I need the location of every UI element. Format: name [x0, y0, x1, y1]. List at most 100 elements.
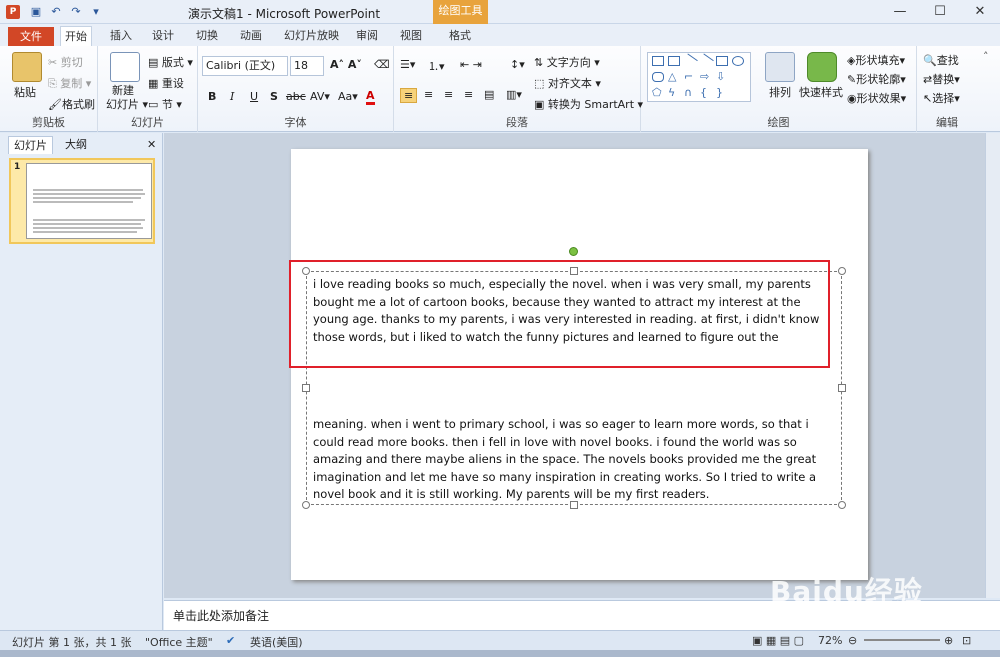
- tab-insert[interactable]: 插入: [106, 26, 136, 46]
- slide-thumbnail-item[interactable]: 1: [9, 158, 155, 244]
- customize-qat-icon[interactable]: ▾: [88, 4, 104, 20]
- tab-review[interactable]: 审阅: [352, 26, 382, 46]
- grow-font-button[interactable]: A˄ A˅: [330, 58, 362, 71]
- find-button[interactable]: 🔍查找: [923, 52, 959, 68]
- select-button[interactable]: ↖选择▾: [923, 90, 960, 106]
- resize-handle-l[interactable]: [302, 384, 310, 392]
- resize-handle-bl[interactable]: [302, 501, 310, 509]
- tab-transitions[interactable]: 切换: [192, 26, 222, 46]
- font-color-button[interactable]: A: [366, 89, 375, 105]
- redo-icon[interactable]: ↷: [68, 4, 84, 20]
- shape-line-icon[interactable]: [682, 53, 698, 69]
- tab-format[interactable]: 格式: [445, 26, 475, 46]
- underline-button[interactable]: U: [250, 90, 258, 103]
- line-spacing-button[interactable]: ↕▾: [510, 58, 525, 71]
- quick-styles-icon[interactable]: [807, 52, 837, 82]
- paste-button[interactable]: 粘贴: [14, 84, 36, 100]
- section-button[interactable]: ▭ 节 ▾: [148, 96, 182, 112]
- layout-button[interactable]: ▤ 版式 ▾: [148, 54, 193, 70]
- theme-status[interactable]: "Office 主题": [145, 634, 213, 650]
- tab-outline[interactable]: 大纲: [60, 136, 92, 154]
- shape-vertical-textbox-icon[interactable]: [668, 56, 680, 66]
- shape-oval-icon[interactable]: [732, 56, 744, 66]
- zoom-out-button[interactable]: ⊖: [848, 634, 857, 647]
- italic-button[interactable]: I: [230, 90, 234, 103]
- align-left-button[interactable]: ≡: [400, 88, 418, 103]
- arrange-icon[interactable]: [765, 52, 795, 82]
- tab-file[interactable]: 文件: [8, 27, 54, 47]
- fit-to-window-icon[interactable]: ⊡: [962, 634, 971, 647]
- zoom-slider[interactable]: [864, 639, 940, 641]
- replace-button[interactable]: ⇄替换▾: [923, 71, 960, 87]
- shape-down-arrow-icon[interactable]: ⇩: [716, 71, 728, 82]
- shape-outline-button[interactable]: ✎形状轮廓▾: [847, 71, 906, 87]
- char-spacing-button[interactable]: AV▾: [310, 90, 330, 103]
- convert-smartart-button[interactable]: ▣ 转换为 SmartArt ▾: [534, 96, 643, 112]
- shape-fill-button[interactable]: ◈形状填充▾: [847, 52, 905, 68]
- distributed-button[interactable]: ▤: [484, 88, 494, 101]
- align-text-button[interactable]: ⬚ 对齐文本 ▾: [534, 75, 601, 91]
- spellcheck-icon[interactable]: ✔: [226, 634, 235, 647]
- bullets-button[interactable]: ☰▾: [400, 58, 415, 71]
- tab-home[interactable]: 开始: [60, 26, 92, 47]
- tab-slideshow[interactable]: 幻灯片放映: [280, 26, 343, 46]
- powerpoint-app-icon[interactable]: P: [6, 5, 20, 19]
- format-painter-button[interactable]: 🖌格式刷: [48, 96, 95, 112]
- shape-brace-right-icon[interactable]: }: [716, 87, 728, 98]
- shape-right-arrow-icon[interactable]: ⇨: [700, 71, 712, 82]
- shapes-gallery[interactable]: △ ⌐ ⇨ ⇩ ⬠ ϟ ∩ { }: [647, 52, 751, 102]
- new-slide-dropdown[interactable]: 幻灯片 ▾: [106, 96, 148, 112]
- close-pane-icon[interactable]: ✕: [142, 136, 161, 154]
- tab-view[interactable]: 视图: [396, 26, 426, 46]
- shape-rounded-rect-icon[interactable]: [652, 72, 664, 82]
- strikethrough-button[interactable]: abc: [286, 90, 306, 103]
- indent-buttons[interactable]: ⇤ ⇥: [460, 58, 482, 71]
- language-status[interactable]: 英语(美国): [250, 634, 303, 650]
- quick-styles-button[interactable]: 快速样式: [799, 84, 843, 100]
- text-direction-button[interactable]: ⇅ 文字方向 ▾: [534, 54, 600, 70]
- columns-button[interactable]: ▥▾: [506, 88, 522, 101]
- shape-effects-button[interactable]: ◉形状效果▾: [847, 90, 906, 106]
- align-center-button[interactable]: ≡: [424, 88, 433, 101]
- bold-button[interactable]: B: [208, 90, 216, 103]
- shape-triangle-icon[interactable]: △: [668, 71, 680, 82]
- align-right-button[interactable]: ≡: [444, 88, 453, 101]
- clear-formatting-icon[interactable]: ⌫: [374, 58, 390, 71]
- save-icon[interactable]: ▣: [28, 4, 44, 20]
- shape-curve-icon[interactable]: ∩: [684, 87, 696, 98]
- font-name-select[interactable]: Calibri (正文): [202, 56, 288, 76]
- close-button[interactable]: ✕: [960, 0, 1000, 24]
- shape-arrow-icon[interactable]: [698, 53, 714, 69]
- vertical-scrollbar[interactable]: [985, 133, 1000, 598]
- shape-elbow-icon[interactable]: ⌐: [684, 71, 696, 82]
- shape-lightning-icon[interactable]: ϟ: [668, 87, 680, 98]
- rotate-handle[interactable]: [569, 247, 578, 256]
- resize-handle-b[interactable]: [570, 501, 578, 509]
- collapse-ribbon-icon[interactable]: ˄: [983, 50, 989, 63]
- maximize-button[interactable]: ☐: [920, 0, 960, 24]
- change-case-button[interactable]: Aa▾: [338, 90, 358, 103]
- shape-rectangle-icon[interactable]: [716, 56, 728, 66]
- numbering-button[interactable]: ⒈▾: [428, 58, 445, 74]
- resize-handle-tr[interactable]: [838, 267, 846, 275]
- shape-brace-left-icon[interactable]: {: [700, 87, 712, 98]
- resize-handle-r[interactable]: [838, 384, 846, 392]
- tab-animations[interactable]: 动画: [236, 26, 266, 46]
- font-size-select[interactable]: 18: [290, 56, 324, 76]
- minimize-button[interactable]: —: [880, 0, 920, 24]
- shape-textbox-icon[interactable]: [652, 56, 664, 66]
- view-buttons[interactable]: ▣ ▦ ▤ ▢: [752, 634, 804, 647]
- tab-slides[interactable]: 幻灯片: [8, 136, 53, 154]
- paste-icon[interactable]: [12, 52, 42, 82]
- new-slide-icon[interactable]: [110, 52, 140, 82]
- justify-button[interactable]: ≡: [464, 88, 473, 101]
- zoom-level[interactable]: 72%: [818, 634, 842, 647]
- resize-handle-br[interactable]: [838, 501, 846, 509]
- zoom-in-button[interactable]: ⊕: [944, 634, 953, 647]
- tab-design[interactable]: 设计: [148, 26, 178, 46]
- undo-icon[interactable]: ↶: [48, 4, 64, 20]
- reset-button[interactable]: ▦ 重设: [148, 75, 184, 91]
- copy-button[interactable]: ⎘ 复制 ▾: [48, 75, 91, 91]
- shadow-button[interactable]: S: [270, 90, 278, 103]
- arrange-button[interactable]: 排列: [769, 84, 791, 100]
